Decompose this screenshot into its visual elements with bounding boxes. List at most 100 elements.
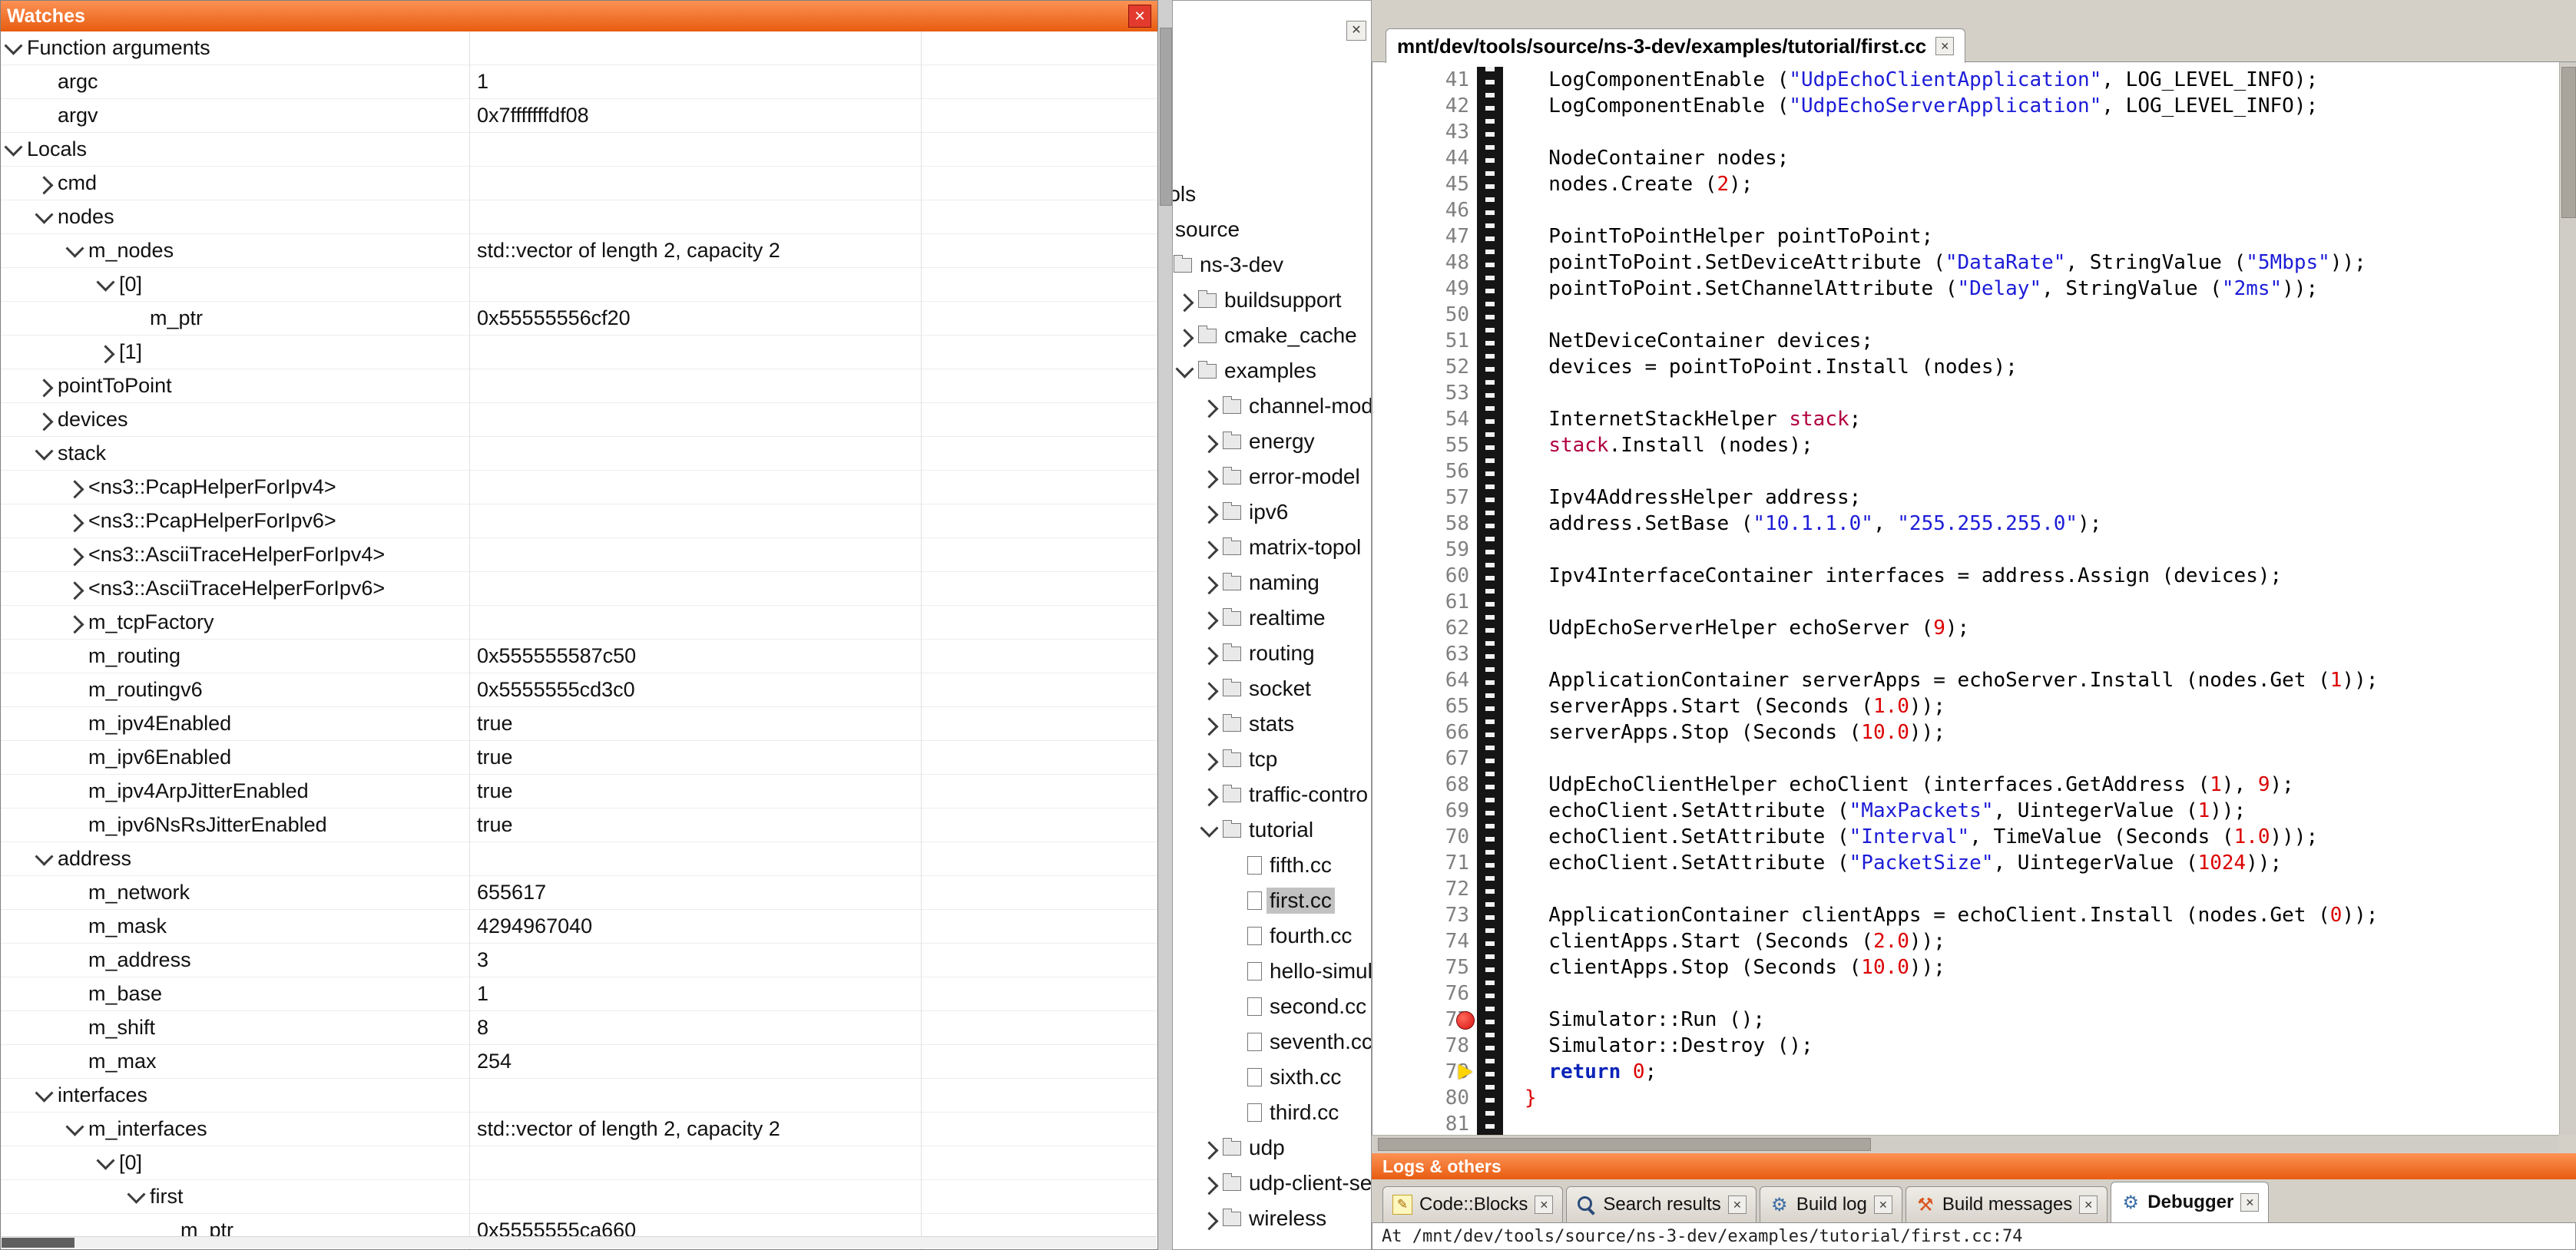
code-line[interactable]: 56 xyxy=(1372,458,2559,484)
code-line[interactable]: 78 Simulator::Destroy (); xyxy=(1372,1033,2559,1059)
tree-item-naming[interactable]: naming xyxy=(1203,565,1371,600)
tree-item-second-cc[interactable]: second.cc xyxy=(1227,989,1371,1024)
watch-row[interactable]: m_tcpFactory xyxy=(1,606,1157,640)
tree-item-wireless[interactable]: wireless xyxy=(1203,1201,1371,1236)
close-icon[interactable]: ✕ xyxy=(1728,1195,1747,1214)
code-line[interactable]: 41 LogComponentEnable ("UdpEchoClientApp… xyxy=(1372,67,2559,93)
tree-item-ns-3-dev[interactable]: ns-3-dev xyxy=(1172,247,1371,283)
scrollbar-thumb[interactable] xyxy=(1160,28,1172,206)
tab-build-log[interactable]: ⚙Build log✕ xyxy=(1760,1186,1902,1222)
line-number[interactable]: 53 xyxy=(1372,380,1477,406)
breakpoint-margin[interactable] xyxy=(1477,563,1503,589)
line-number[interactable]: 59 xyxy=(1372,537,1477,563)
tree-item-tools[interactable]: tools xyxy=(1172,177,1371,212)
tree-item-examples[interactable]: examples xyxy=(1178,353,1371,389)
close-icon[interactable]: ✕ xyxy=(2079,1195,2098,1214)
code-line[interactable]: 69 echoClient.SetAttribute ("MaxPackets"… xyxy=(1372,798,2559,824)
line-number[interactable]: 75 xyxy=(1372,954,1477,980)
watch-row[interactable]: first xyxy=(1,1180,1157,1214)
breakpoint-margin[interactable] xyxy=(1477,1007,1503,1033)
breakpoint-margin[interactable] xyxy=(1477,824,1503,850)
expand-icon[interactable] xyxy=(68,514,88,527)
line-number[interactable]: 51 xyxy=(1372,328,1477,354)
code-line[interactable]: 64 ApplicationContainer serverApps = ech… xyxy=(1372,667,2559,693)
tree-item-energy[interactable]: energy xyxy=(1203,424,1371,459)
line-number[interactable]: 69 xyxy=(1372,798,1477,824)
line-number[interactable]: 74 xyxy=(1372,928,1477,954)
line-number[interactable]: 66 xyxy=(1372,719,1477,746)
watch-row[interactable]: address xyxy=(1,842,1157,876)
collapse-icon[interactable] xyxy=(99,1156,119,1169)
breakpoint-margin[interactable] xyxy=(1477,772,1503,798)
code-line[interactable]: 80} xyxy=(1372,1085,2559,1111)
tree-item-traffic-contro[interactable]: traffic-contro xyxy=(1203,777,1371,812)
expand-icon[interactable] xyxy=(38,177,58,190)
tree-item-tutorial[interactable]: tutorial xyxy=(1203,812,1371,848)
breakpoint-margin[interactable] xyxy=(1477,171,1503,197)
expand-icon[interactable] xyxy=(1203,753,1223,766)
code-line[interactable]: 57 Ipv4AddressHelper address; xyxy=(1372,484,2559,511)
breakpoint-margin[interactable] xyxy=(1477,119,1503,145)
expand-icon[interactable] xyxy=(1203,612,1223,625)
line-number[interactable]: 54 xyxy=(1372,406,1477,432)
tree-item-error-model[interactable]: error-model xyxy=(1203,459,1371,494)
expand-icon[interactable] xyxy=(1203,1177,1223,1190)
breakpoint-margin[interactable] xyxy=(1477,197,1503,223)
code-line[interactable]: 81 xyxy=(1372,1111,2559,1135)
line-number[interactable]: 56 xyxy=(1372,458,1477,484)
line-number[interactable]: 71 xyxy=(1372,850,1477,876)
watch-row[interactable]: devices xyxy=(1,403,1157,437)
watch-row[interactable]: m_interfacesstd::vector of length 2, cap… xyxy=(1,1113,1157,1146)
breakpoint-margin[interactable] xyxy=(1477,432,1503,458)
watch-row[interactable]: m_base1 xyxy=(1,977,1157,1011)
watch-row[interactable]: m_ipv6Enabledtrue xyxy=(1,741,1157,775)
tree-item-realtime[interactable]: realtime xyxy=(1203,600,1371,636)
watch-row[interactable]: m_max254 xyxy=(1,1045,1157,1079)
breakpoint-margin[interactable] xyxy=(1477,798,1503,824)
breakpoint-margin[interactable] xyxy=(1477,876,1503,902)
collapse-icon[interactable] xyxy=(68,1123,88,1136)
code-line[interactable]: 67 xyxy=(1372,746,2559,772)
tree-item-first-cc[interactable]: first.cc xyxy=(1227,883,1371,918)
code-line[interactable]: 42 LogComponentEnable ("UdpEchoServerApp… xyxy=(1372,93,2559,119)
code-line[interactable]: 63 xyxy=(1372,641,2559,667)
code-line[interactable]: 66 serverApps.Stop (Seconds (10.0)); xyxy=(1372,719,2559,746)
expand-icon[interactable] xyxy=(1203,435,1223,448)
tree-item-socket[interactable]: socket xyxy=(1203,671,1371,706)
code-line[interactable]: 77 Simulator::Run (); xyxy=(1372,1007,2559,1033)
line-number[interactable]: 64 xyxy=(1372,667,1477,693)
tree-item-source[interactable]: source xyxy=(1172,212,1371,247)
line-number[interactable]: 63 xyxy=(1372,641,1477,667)
editor-horizontal-scrollbar[interactable] xyxy=(1372,1135,2559,1152)
breakpoint-margin[interactable] xyxy=(1477,667,1503,693)
code-line[interactable]: 51 NetDeviceContainer devices; xyxy=(1372,328,2559,354)
line-number[interactable]: 65 xyxy=(1372,693,1477,719)
breakpoint-margin[interactable] xyxy=(1477,693,1503,719)
close-icon[interactable]: ✕ xyxy=(1346,21,1366,41)
breakpoint-margin[interactable] xyxy=(1477,1085,1503,1111)
projects-panel-scrollbar[interactable] xyxy=(1158,0,1172,1250)
tree-item-stats[interactable]: stats xyxy=(1203,706,1371,742)
column-divider[interactable] xyxy=(921,31,922,1249)
close-icon[interactable]: ✕ xyxy=(1128,5,1151,28)
close-icon[interactable]: ✕ xyxy=(1874,1195,1892,1214)
line-number[interactable]: 41 xyxy=(1372,67,1477,93)
breakpoint-margin[interactable] xyxy=(1477,67,1503,93)
watch-row[interactable]: argv0x7fffffffdf08 xyxy=(1,99,1157,133)
scrollbar-thumb[interactable] xyxy=(1378,1138,1871,1151)
breakpoint-margin[interactable] xyxy=(1477,928,1503,954)
line-number[interactable]: 73 xyxy=(1372,902,1477,928)
code-line[interactable]: 76 xyxy=(1372,980,2559,1007)
expand-icon[interactable] xyxy=(1203,577,1223,590)
watch-row[interactable]: <ns3::PcapHelperForIpv4> xyxy=(1,471,1157,504)
collapse-icon[interactable] xyxy=(7,41,27,55)
breakpoint-margin[interactable] xyxy=(1477,354,1503,380)
breakpoint-margin[interactable] xyxy=(1477,511,1503,537)
code-line[interactable]: 72 xyxy=(1372,876,2559,902)
column-divider[interactable] xyxy=(469,31,470,1249)
code-line[interactable]: 71 echoClient.SetAttribute ("PacketSize"… xyxy=(1372,850,2559,876)
line-number[interactable]: 45 xyxy=(1372,171,1477,197)
expand-icon[interactable] xyxy=(68,548,88,561)
breakpoint-margin[interactable] xyxy=(1477,641,1503,667)
editor-vertical-scrollbar[interactable] xyxy=(2559,62,2576,1135)
